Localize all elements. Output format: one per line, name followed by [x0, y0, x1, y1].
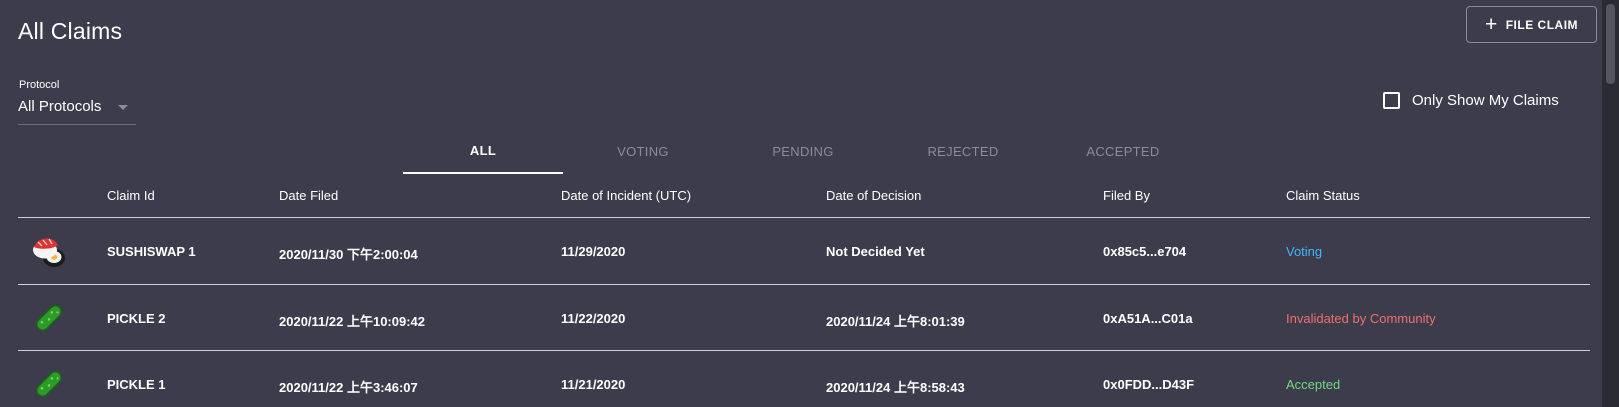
filed-by-address: 0x0FDD...D43F [1103, 377, 1195, 392]
column-header-date-filed: Date Filed [279, 188, 339, 203]
protocol-select-value: All Protocols [18, 98, 102, 115]
date-of-decision: Not Decided Yet [826, 244, 925, 259]
plus-icon: + [1484, 13, 1498, 36]
date-of-incident: 11/21/2020 [561, 377, 626, 392]
table-row[interactable]: PICKLE 2 2020/11/22 上午10:09:42 11/22/202… [0, 285, 1602, 351]
tab-all[interactable]: ALL [403, 132, 563, 174]
filed-by-address: 0xA51A...C01a [1103, 311, 1193, 326]
claim-id: PICKLE 2 [107, 311, 166, 326]
column-header-filed-by: Filed By [1103, 188, 1150, 203]
claim-id: PICKLE 1 [107, 377, 166, 392]
tab-voting[interactable]: VOTING [563, 132, 723, 174]
date-of-incident: 11/22/2020 [561, 311, 626, 326]
only-my-claims-label: Only Show My Claims [1412, 91, 1559, 109]
only-my-claims-toggle[interactable]: Only Show My Claims [1383, 90, 1559, 110]
date-filed: 2020/11/30 下午2:00:04 [279, 247, 418, 262]
table-row[interactable]: PICKLE 1 2020/11/22 上午3:46:07 11/21/2020… [0, 351, 1602, 407]
page-title: All Claims [18, 18, 123, 44]
vertical-scrollbar[interactable] [1602, 0, 1619, 407]
column-header-date-of-decision: Date of Decision [826, 188, 922, 203]
pickle-icon [35, 370, 63, 398]
claims-panel: All Claims + FILE CLAIM Protocol All Pro… [0, 0, 1602, 407]
tab-pending[interactable]: PENDING [723, 132, 883, 174]
table-row[interactable]: SUSHISWAP 1 2020/11/30 下午2:00:04 11/29/2… [0, 218, 1602, 284]
tab-accepted[interactable]: ACCEPTED [1043, 132, 1203, 174]
protocol-select[interactable]: All Protocols [18, 98, 136, 125]
status-badge: Accepted [1286, 377, 1341, 392]
protocol-label: Protocol [19, 79, 60, 91]
status-badge: Invalidated by Community [1286, 311, 1436, 326]
sushi-icon [33, 238, 65, 267]
scrollbar-thumb[interactable] [1606, 4, 1615, 84]
date-of-decision: 2020/11/24 上午8:01:39 [826, 314, 965, 329]
date-filed: 2020/11/22 上午10:09:42 [279, 314, 425, 329]
chevron-down-icon [118, 105, 128, 110]
column-header-date-of-incident: Date of Incident (UTC) [561, 188, 692, 203]
filed-by-address: 0x85c5...e704 [1103, 244, 1187, 259]
only-my-claims-checkbox[interactable] [1383, 91, 1400, 109]
date-filed: 2020/11/22 上午3:46:07 [279, 380, 418, 395]
claim-id: SUSHISWAP 1 [107, 244, 196, 259]
date-of-incident: 11/29/2020 [561, 244, 626, 259]
status-badge: Voting [1286, 244, 1323, 259]
pickle-icon [35, 304, 63, 332]
date-of-decision: 2020/11/24 上午8:58:43 [826, 380, 965, 395]
column-header-claim-status: Claim Status [1286, 188, 1360, 203]
file-claim-button[interactable]: + FILE CLAIM [1466, 6, 1597, 43]
column-header-claim-id: Claim Id [107, 188, 155, 203]
status-tabs: ALL VOTING PENDING REJECTED ACCEPTED [403, 132, 1203, 174]
tab-rejected[interactable]: REJECTED [883, 132, 1043, 174]
file-claim-label: FILE CLAIM [1505, 17, 1579, 32]
